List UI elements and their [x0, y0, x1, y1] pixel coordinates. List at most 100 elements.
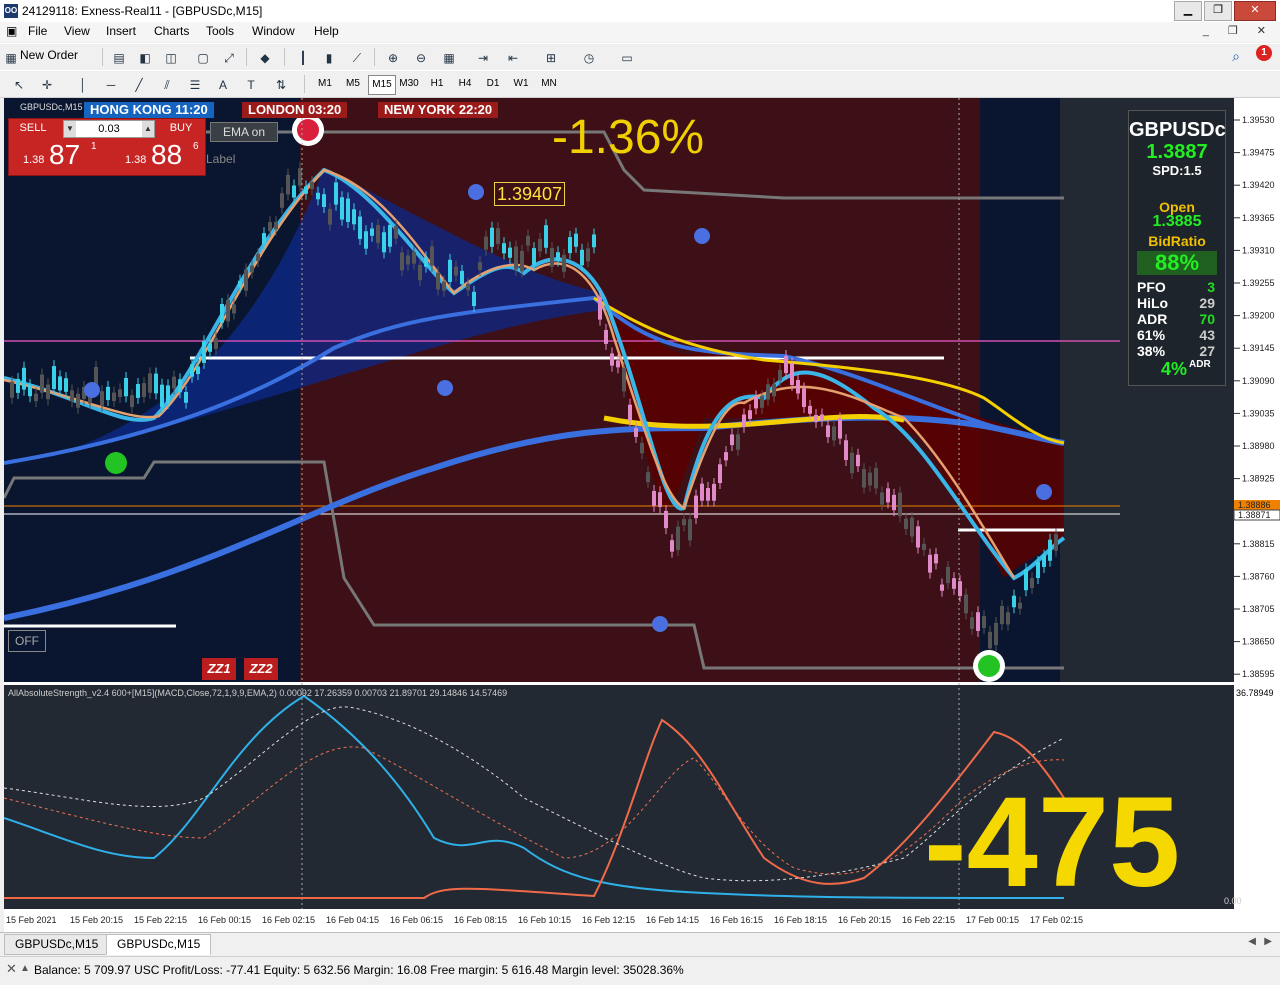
search-icon[interactable]: ⌕ — [1232, 48, 1240, 65]
sell-price[interactable]: 1.38 87 1 — [11, 139, 101, 171]
text-icon[interactable]: A — [212, 74, 234, 96]
lot-size-input[interactable]: ▼ 0.03 ▲ — [63, 120, 155, 138]
candle-body — [550, 247, 554, 267]
off-button[interactable]: OFF — [8, 630, 46, 652]
candle-body — [814, 414, 818, 423]
ema-toggle-button[interactable]: EMA on — [210, 122, 278, 142]
candle-body — [448, 259, 452, 282]
candle-body — [400, 252, 404, 271]
candle-body — [712, 483, 716, 501]
minimize-button[interactable]: ▁ — [1174, 1, 1202, 21]
menu-view[interactable]: View — [64, 24, 90, 38]
tf-mn[interactable]: MN — [536, 75, 562, 93]
crosshair-icon[interactable]: ✛ — [36, 74, 58, 96]
tf-w1[interactable]: W1 — [508, 75, 534, 93]
buy-price[interactable]: 1.38 88 6 — [113, 139, 203, 171]
tab-scroll-left-icon[interactable]: ◀ — [1248, 936, 1256, 947]
new-order-button[interactable]: New Order — [20, 48, 78, 62]
tf-m15[interactable]: M15 — [368, 75, 396, 95]
text-label-icon[interactable]: T — [240, 74, 262, 96]
zz2-button[interactable]: ZZ2 — [244, 658, 278, 680]
restore-button[interactable]: ❐ — [1204, 1, 1232, 21]
candle-body — [34, 393, 38, 402]
buy-button[interactable]: BUY — [159, 120, 203, 136]
price-axis-label: 1.39420 — [1242, 180, 1275, 190]
menu-charts[interactable]: Charts — [154, 24, 189, 38]
zz1-button[interactable]: ZZ1 — [202, 658, 236, 680]
candle-body — [316, 192, 320, 200]
tf-h1[interactable]: H1 — [424, 75, 450, 93]
new-chart-icon[interactable]: ▦ — [0, 47, 22, 69]
sell-button[interactable]: SELL — [11, 120, 55, 136]
channel-icon[interactable]: ⫽ — [156, 74, 178, 96]
info-spread: SPD:1.5 — [1152, 163, 1202, 178]
candle-body — [40, 374, 44, 393]
time-axis-label: 16 Feb 22:15 — [902, 915, 955, 925]
trendline-icon[interactable]: ╱ — [128, 74, 150, 96]
periods-icon[interactable]: ◷ — [578, 47, 600, 69]
tf-m1[interactable]: M1 — [312, 75, 338, 93]
tf-d1[interactable]: D1 — [480, 75, 506, 93]
close-button[interactable]: ✕ — [1234, 1, 1276, 21]
autoscroll-icon[interactable]: ⇥ — [472, 47, 494, 69]
bar-chart-icon[interactable]: ┃ — [292, 47, 314, 69]
tf-m5[interactable]: M5 — [340, 75, 366, 93]
autotrading-icon[interactable]: ◆ — [254, 47, 276, 69]
menu-file[interactable]: File — [28, 24, 47, 38]
fibonacci-icon[interactable]: ☰ — [184, 74, 206, 96]
notification-badge[interactable]: 1 — [1256, 45, 1272, 61]
mdi-controls[interactable]: _ ❐ ✕ — [1203, 24, 1274, 37]
zoom-in-icon[interactable]: ⊕ — [382, 47, 404, 69]
chart-window[interactable]: 1.39530 1.39475 1.39420 1.39365 1.39310 1.392… — [4, 98, 1280, 932]
menu-bar: ▣ File View Insert Charts Tools Window H… — [0, 22, 1280, 42]
close-terminal-icon[interactable]: ✕ — [6, 961, 17, 977]
candle-body — [730, 434, 734, 446]
time-axis-label: 17 Feb 00:15 — [966, 915, 1019, 925]
vertical-line-icon[interactable]: │ — [72, 74, 94, 96]
indicator-axis-bottom: 0.00 — [1224, 896, 1242, 906]
zoom-out-icon[interactable]: ⊖ — [410, 47, 432, 69]
market-watch-icon[interactable]: ◧ — [134, 47, 156, 69]
tf-m30[interactable]: M30 — [396, 75, 422, 93]
lot-decrease-icon[interactable]: ▼ — [64, 121, 76, 137]
indicators-icon[interactable]: ⊞ — [540, 47, 562, 69]
terminal-icon[interactable]: ▢ — [192, 47, 214, 69]
menu-help[interactable]: Help — [314, 24, 339, 38]
status-bar: ✕ ▲ Balance: 5 709.97 USC Profit/Loss: -… — [0, 956, 1280, 985]
templates-icon[interactable]: ▭ — [616, 47, 638, 69]
profiles-icon[interactable]: ▤ — [108, 47, 130, 69]
expand-icon[interactable]: ▲ — [20, 963, 30, 974]
cursor-icon[interactable]: ↖ — [8, 74, 30, 96]
chart-tab-1[interactable]: GBPUSDc,M15 — [4, 934, 110, 955]
high-price-label: 1.39407 — [494, 182, 566, 206]
candle-body — [784, 356, 788, 374]
pane-separator[interactable] — [4, 682, 1234, 685]
drawing-toolbar: ↖ ✛ │ ─ ╱ ⫽ ☰ A T ⇅ M1 M5 M15 M30 H1 H4 … — [0, 70, 1280, 98]
chart-shift-icon[interactable]: ⇤ — [502, 47, 524, 69]
lot-increase-icon[interactable]: ▲ — [142, 121, 154, 137]
menu-tools[interactable]: Tools — [206, 24, 234, 38]
candle-body — [184, 391, 188, 403]
arrows-icon[interactable]: ⇅ — [270, 74, 292, 96]
tab-scroll-right-icon[interactable]: ▶ — [1264, 936, 1272, 947]
candle-body — [304, 186, 308, 194]
menu-insert[interactable]: Insert — [106, 24, 136, 38]
tile-windows-icon[interactable]: ▦ — [438, 47, 460, 69]
info-row-key: PFO — [1137, 279, 1166, 295]
navigator-icon[interactable]: ◫ — [160, 47, 182, 69]
price-axis-label: 1.39310 — [1242, 245, 1275, 255]
horizontal-line-icon[interactable]: ─ — [100, 74, 122, 96]
candle-body — [652, 490, 656, 506]
candle-body — [790, 363, 794, 386]
mt4-icon: OO — [4, 4, 18, 18]
menu-window[interactable]: Window — [252, 24, 295, 38]
line-chart-icon[interactable]: ⟋ — [346, 47, 368, 69]
chart-tab-2[interactable]: GBPUSDc,M15 — [106, 934, 212, 955]
chart-tabs: GBPUSDc,M15 GBPUSDc,M15 ◀ ▶ — [0, 932, 1280, 955]
tf-h4[interactable]: H4 — [452, 75, 478, 93]
candle-body — [118, 389, 122, 398]
candle-body — [880, 492, 884, 505]
candle-body — [148, 373, 152, 393]
candlestick-icon[interactable]: ▮ — [318, 47, 340, 69]
tester-icon[interactable]: ⤢ — [218, 47, 240, 69]
